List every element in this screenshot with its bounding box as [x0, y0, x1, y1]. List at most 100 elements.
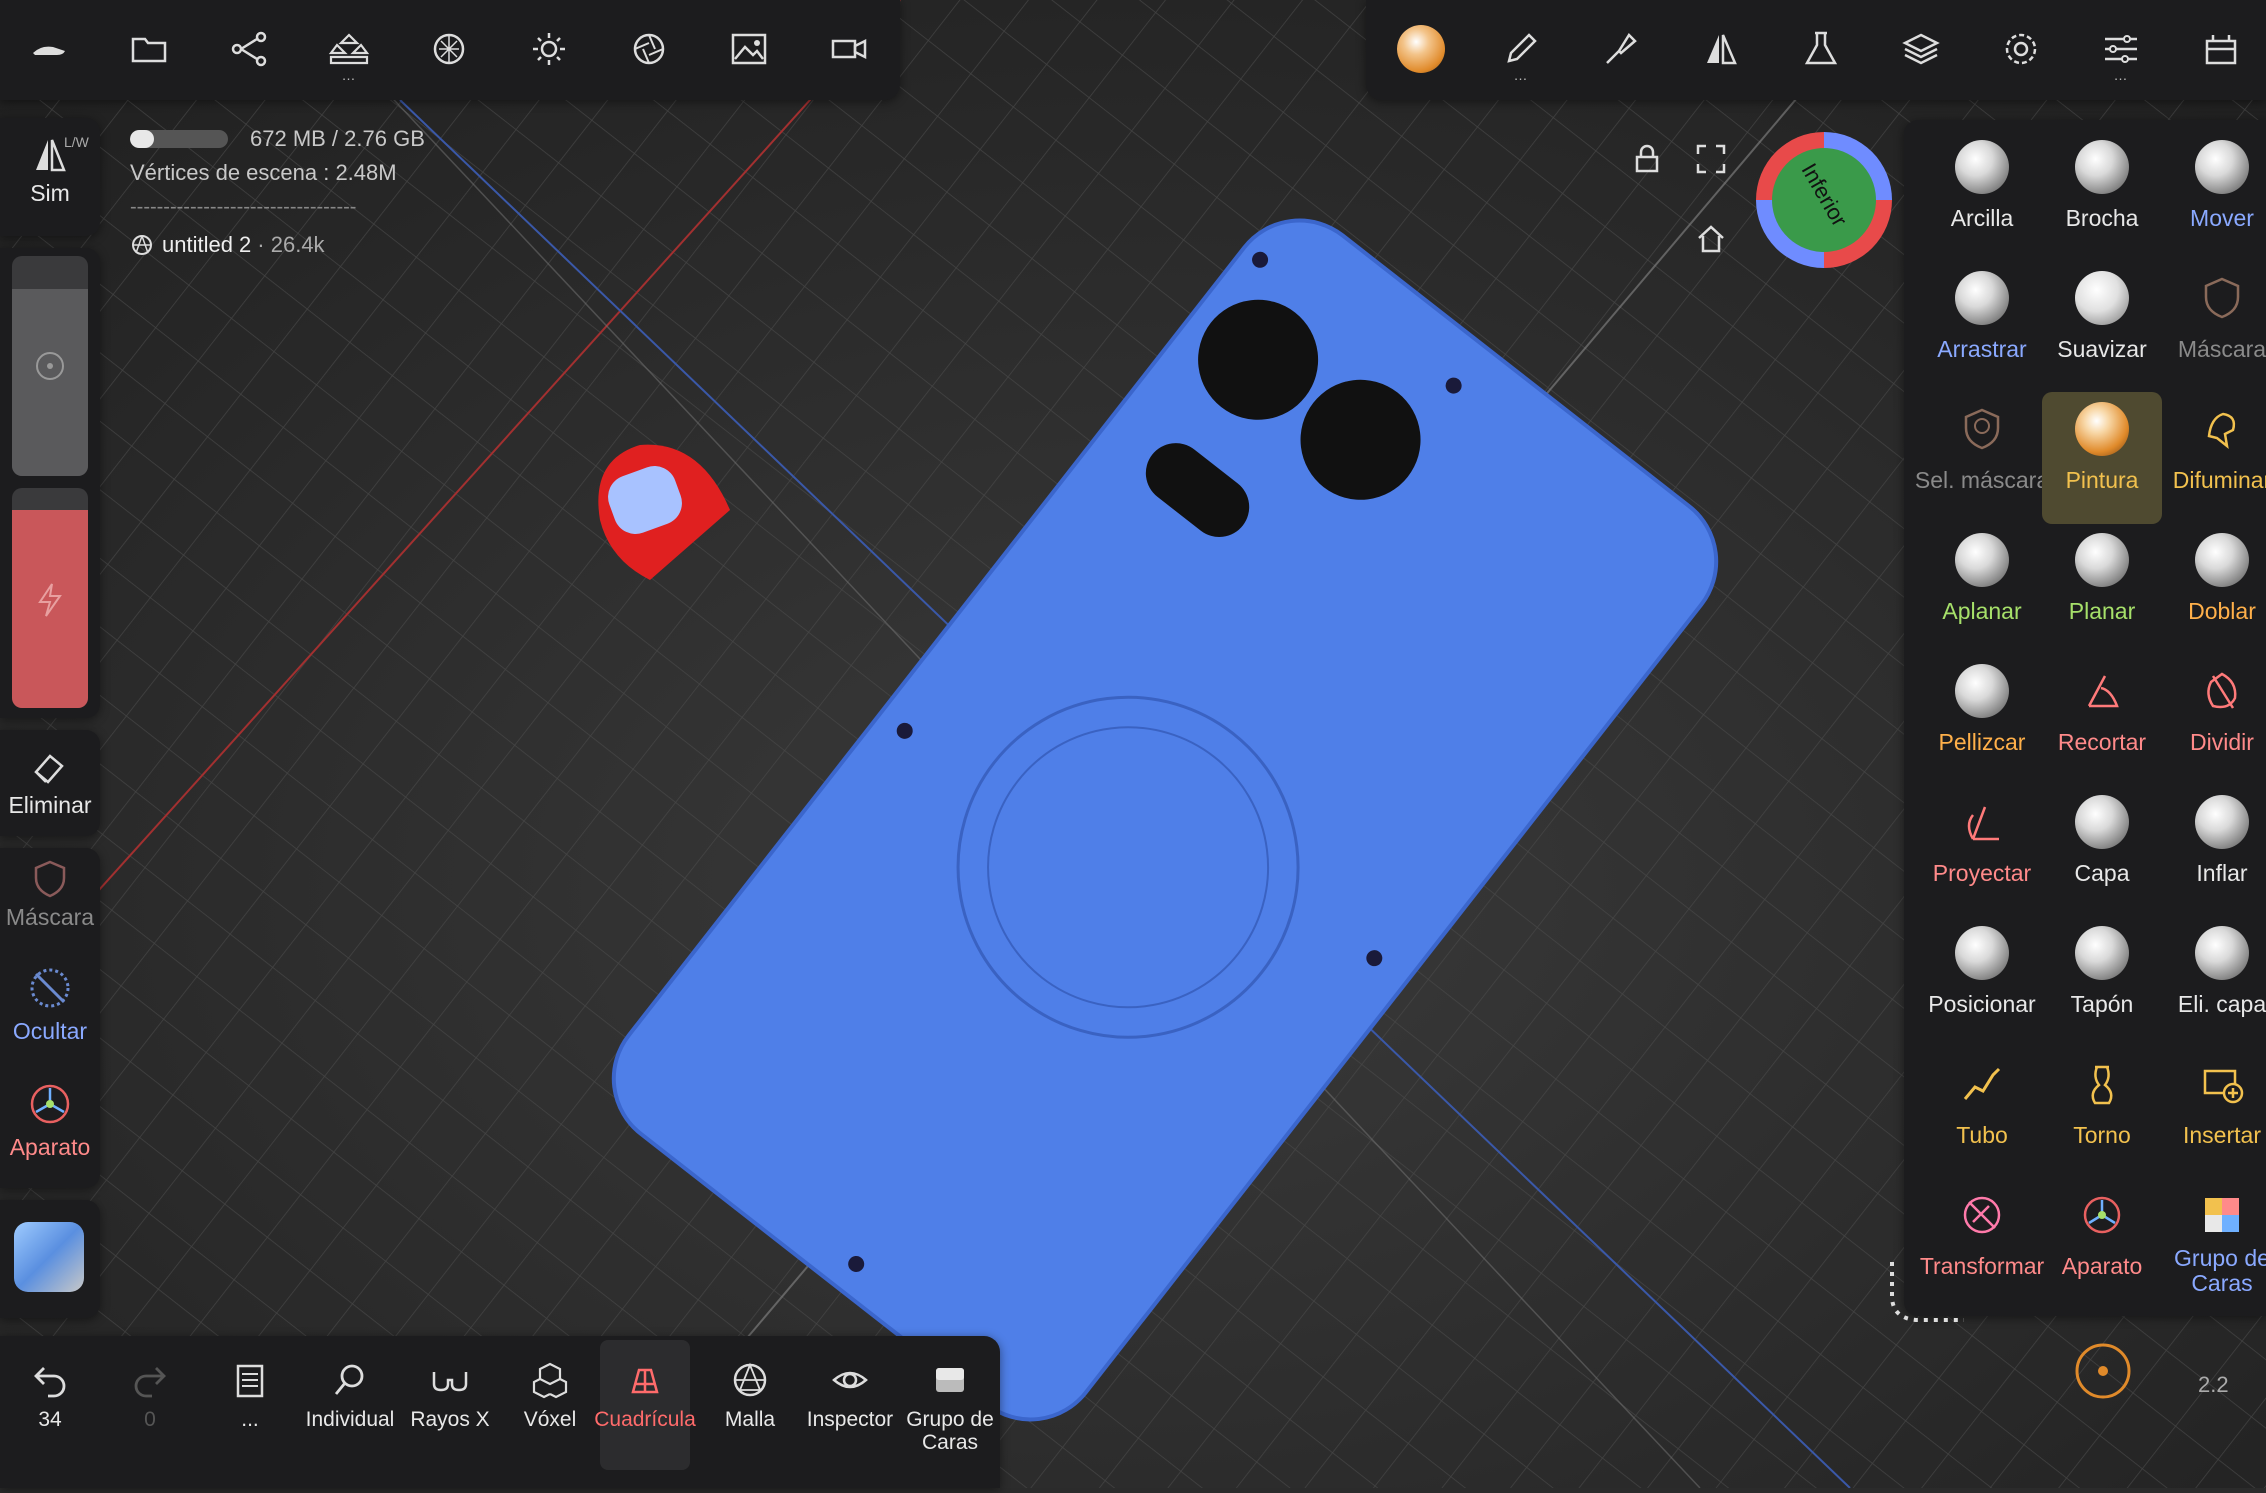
- undo-count: 34: [38, 1408, 62, 1431]
- brush-icon[interactable]: [1586, 14, 1656, 84]
- glasses-icon: [432, 1372, 468, 1392]
- tool-grupo-de-caras[interactable]: Grupo de Caras: [2162, 1178, 2266, 1310]
- shoe-icon[interactable]: [14, 14, 84, 84]
- wireframe-button[interactable]: Malla: [705, 1340, 795, 1470]
- home-icon[interactable]: [1694, 222, 1728, 261]
- lock-icon[interactable]: [1630, 142, 1664, 181]
- tool-label: Dividir: [2190, 729, 2254, 755]
- inspector-button[interactable]: Inspector: [805, 1340, 895, 1470]
- xray-label: Rayos X: [410, 1408, 490, 1431]
- xray-button[interactable]: Rayos X: [405, 1340, 495, 1470]
- tool-brocha[interactable]: Brocha: [2042, 130, 2162, 262]
- primitives-icon[interactable]: …: [314, 14, 384, 84]
- scene-graph-icon[interactable]: [214, 14, 284, 84]
- tool-doblar[interactable]: Doblar: [2162, 523, 2266, 655]
- camera-aperture-icon[interactable]: [614, 14, 684, 84]
- view-cube[interactable]: Inferior: [1752, 128, 1896, 272]
- tool-label: Inflar: [2196, 860, 2248, 886]
- tool-icon: [2195, 271, 2249, 325]
- tool-difuminar[interactable]: Difuminar: [2162, 392, 2266, 524]
- history-button[interactable]: ...: [205, 1340, 295, 1470]
- folder-icon[interactable]: [114, 14, 184, 84]
- pivot-icon[interactable]: [2072, 1340, 2134, 1407]
- sliders-icon[interactable]: …: [2086, 14, 2156, 84]
- tool-planar[interactable]: Planar: [2042, 523, 2162, 655]
- left-panel-delete[interactable]: Eliminar: [0, 730, 100, 836]
- tool-label: Eli. capa: [2177, 991, 2266, 1017]
- tool-tapón[interactable]: Tapón: [2042, 916, 2162, 1048]
- tool-aplanar[interactable]: Aplanar: [1922, 523, 2042, 655]
- fullscreen-icon[interactable]: [1694, 142, 1728, 181]
- object-name: untitled 2: [162, 232, 252, 257]
- material-icon[interactable]: [414, 14, 484, 84]
- object-row[interactable]: untitled 2 · 26.4k: [130, 232, 325, 258]
- light-icon[interactable]: [514, 14, 584, 84]
- left-panel-symmetry[interactable]: Sim L/W: [0, 118, 100, 236]
- hide-button[interactable]: Ocultar: [0, 964, 100, 1045]
- tool-icon: [1955, 795, 2009, 849]
- object-count: · 26.4k: [257, 232, 325, 257]
- tools-panel: Arcilla Brocha Mover Arrastrar Suavizar Másca…: [1904, 120, 2266, 1316]
- sym-tag: L/W: [64, 134, 89, 150]
- layers-icon[interactable]: [1886, 14, 1956, 84]
- mask-button[interactable]: Máscara: [0, 858, 100, 931]
- tool-insertar[interactable]: Insertar: [2162, 1047, 2266, 1179]
- tool-icon: [2075, 1188, 2129, 1242]
- tool-posicionar[interactable]: Posicionar: [1922, 916, 2042, 1048]
- tool-inflar[interactable]: Inflar: [2162, 785, 2266, 917]
- tool-sel-máscara[interactable]: Sel. máscara: [1915, 392, 2049, 524]
- tool-capa[interactable]: Capa: [2042, 785, 2162, 917]
- tool-label: Doblar: [2188, 598, 2256, 624]
- intensity-icon: [38, 583, 62, 617]
- paint-sphere-icon[interactable]: [1386, 14, 1456, 84]
- redo-button[interactable]: 0: [105, 1340, 195, 1470]
- stats-divider: ----------------------------------: [130, 196, 357, 218]
- material-cube-icon: [14, 1222, 84, 1292]
- tool-arrastrar[interactable]: Arrastrar: [1922, 261, 2042, 393]
- tool-label: Aplanar: [1942, 598, 2022, 624]
- image-icon[interactable]: [714, 14, 784, 84]
- tool-sphere-icon: [2195, 533, 2249, 587]
- grid-button[interactable]: Cuadrícula: [594, 1340, 696, 1470]
- tool-aparato[interactable]: Aparato: [2042, 1178, 2162, 1310]
- symmetry-icon[interactable]: [1686, 14, 1756, 84]
- settings-gear-icon[interactable]: [1986, 14, 2056, 84]
- tool-sphere-icon: [2075, 533, 2129, 587]
- solo-button[interactable]: Individual: [305, 1340, 395, 1470]
- pen-icon[interactable]: …: [1486, 14, 1556, 84]
- video-icon[interactable]: [814, 14, 884, 84]
- gizmo-button[interactable]: Aparato: [0, 1080, 100, 1161]
- tool-torno[interactable]: Torno: [2042, 1047, 2162, 1179]
- left-panel-actions: Máscara Ocultar Aparato: [0, 848, 100, 1188]
- tool-dividir[interactable]: Dividir: [2162, 654, 2266, 786]
- inspector-label: Inspector: [806, 1408, 894, 1431]
- radius-slider[interactable]: [12, 256, 88, 476]
- plugin-icon[interactable]: [2186, 14, 2256, 84]
- facegroup-button[interactable]: Grupo de Caras: [905, 1340, 995, 1470]
- tool-sphere-icon: [1955, 664, 2009, 718]
- tool-sphere-icon: [2195, 926, 2249, 980]
- tool-icon: [2195, 1057, 2249, 1111]
- tool-eli-capa[interactable]: Eli. capa: [2162, 916, 2266, 1048]
- tool-máscara[interactable]: Máscara: [2162, 261, 2266, 393]
- voxel-button[interactable]: Vóxel: [505, 1340, 595, 1470]
- tool-pintura[interactable]: Pintura: [2042, 392, 2162, 524]
- tool-recortar[interactable]: Recortar: [2042, 654, 2162, 786]
- tool-sphere-icon: [2195, 140, 2249, 194]
- left-panel-material[interactable]: [0, 1200, 100, 1318]
- tool-proyectar[interactable]: Proyectar: [1922, 785, 2042, 917]
- tool-pellizcar[interactable]: Pellizcar: [1922, 654, 2042, 786]
- redo-count: 0: [144, 1408, 156, 1431]
- tool-label: Torno: [2073, 1122, 2131, 1148]
- intensity-slider[interactable]: [12, 488, 88, 708]
- search-icon: [334, 1364, 364, 1395]
- solo-label: Individual: [305, 1408, 395, 1431]
- tool-icon: [2195, 664, 2249, 718]
- tool-tubo[interactable]: Tubo: [1922, 1047, 2042, 1179]
- tool-mover[interactable]: Mover: [2162, 130, 2266, 262]
- tool-suavizar[interactable]: Suavizar: [2042, 261, 2162, 393]
- flask-icon[interactable]: [1786, 14, 1856, 84]
- tool-arcilla[interactable]: Arcilla: [1922, 130, 2042, 262]
- undo-button[interactable]: 34: [5, 1340, 95, 1470]
- lasso-icon[interactable]: [1884, 1258, 1964, 1343]
